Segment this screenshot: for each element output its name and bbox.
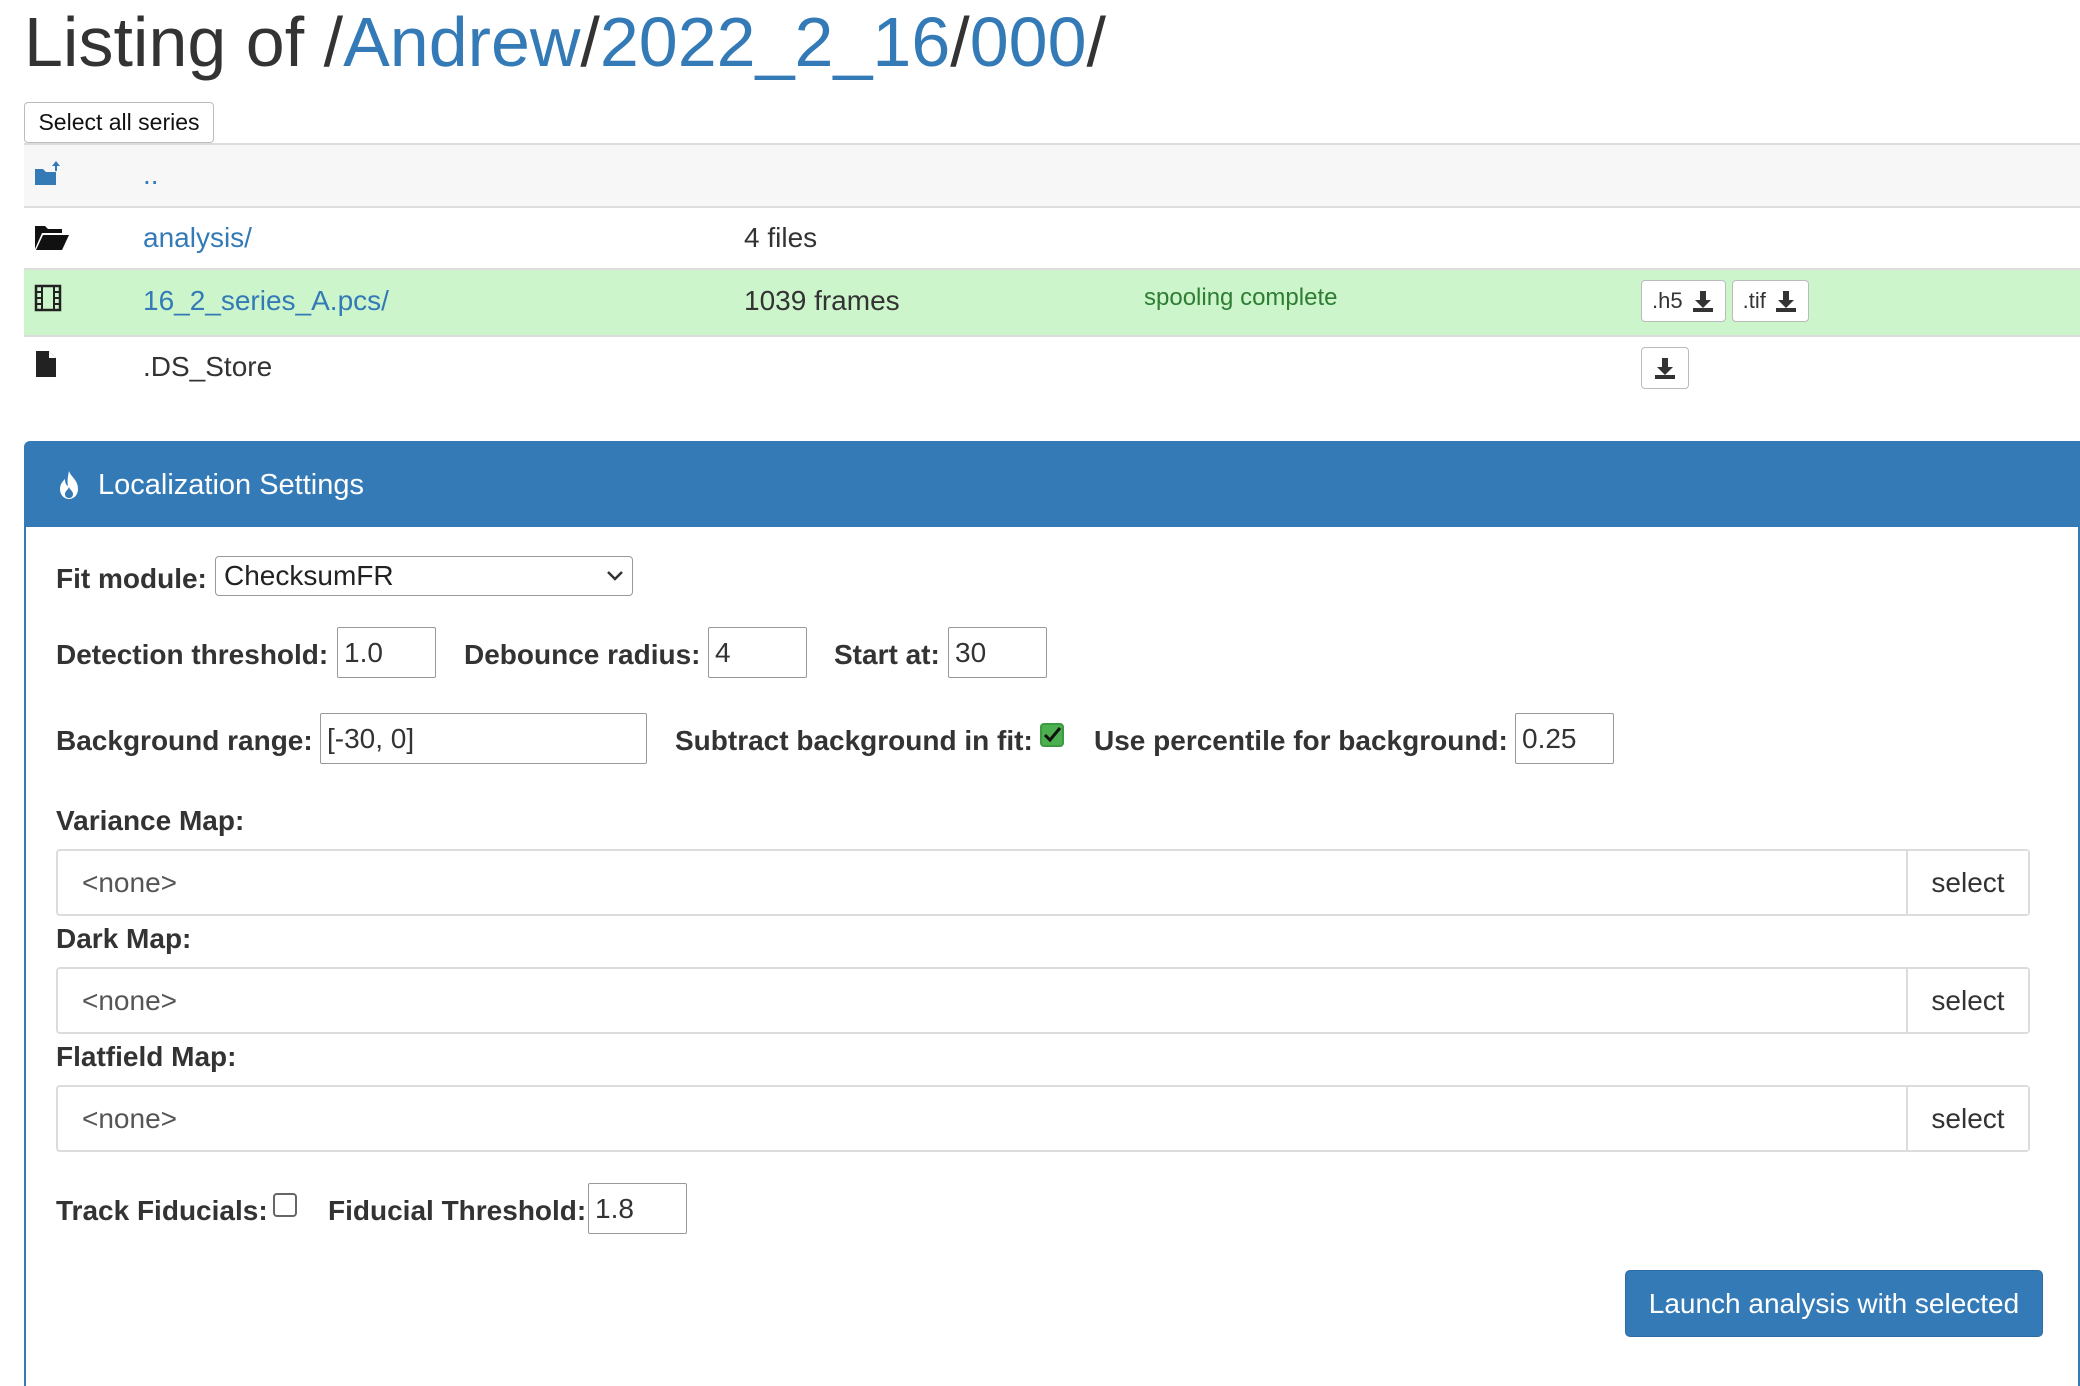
breadcrumb-andrew[interactable]: Andrew: [343, 3, 580, 81]
track-fiducials-label: Track Fiducials:: [56, 1195, 268, 1226]
title-prefix: Listing of /: [24, 3, 344, 81]
flatfield-map-input[interactable]: [58, 1087, 1906, 1150]
status-badge: spooling complete: [1144, 284, 1338, 311]
subtract-background-checkbox[interactable]: [1040, 723, 1064, 747]
breadcrumb-000[interactable]: 000: [970, 3, 1087, 81]
series-link[interactable]: 16_2_series_A.pcs/: [143, 285, 389, 317]
fiducial-threshold-label: Fiducial Threshold:: [328, 1195, 587, 1226]
variance-map-label: Variance Map:: [56, 805, 245, 836]
listing-row-parent: ..: [24, 143, 2080, 206]
fit-module-select[interactable]: ChecksumFR: [215, 556, 633, 596]
folder-open-icon: [34, 223, 70, 258]
listing-row-series: 16_2_series_A.pcs/ 1039 frames spooling …: [24, 268, 2080, 335]
flatfield-map-select-button[interactable]: select: [1906, 1087, 2028, 1150]
listing-row: analysis/ 4 files: [24, 206, 2080, 268]
subtract-background-label: Subtract background in fit:: [675, 725, 1033, 756]
breadcrumb-date[interactable]: 2022_2_16: [600, 3, 950, 81]
page-title: Listing of /Andrew/2022_2_16/000/: [24, 0, 1106, 84]
flatfield-map-group: select: [56, 1085, 2030, 1152]
panel-title: Localization Settings: [98, 468, 364, 501]
detection-threshold-input[interactable]: [337, 627, 436, 678]
launch-analysis-button[interactable]: Launch analysis with selected: [1625, 1270, 2043, 1337]
dark-map-select-button[interactable]: select: [1906, 969, 2028, 1032]
dark-map-group: select: [56, 967, 2030, 1034]
download-h5-button[interactable]: .h5: [1641, 280, 1726, 322]
film-icon: [34, 284, 62, 319]
start-at-label: Start at:: [834, 639, 940, 670]
download-icon: [1692, 291, 1713, 312]
breadcrumb-separator: /: [950, 3, 970, 81]
dark-map-label: Dark Map:: [56, 923, 192, 954]
download-tif-label: .tif: [1742, 288, 1766, 313]
debounce-radius-label: Debounce radius:: [464, 639, 701, 670]
download-icon: [1655, 358, 1675, 379]
breadcrumb-separator: /: [1086, 3, 1106, 81]
ds-store-file: .DS_Store: [143, 351, 273, 382]
fire-icon: [60, 471, 78, 499]
file-count: 4 files: [744, 222, 818, 253]
listing-row: .DS_Store: [24, 335, 2080, 403]
download-group: .h5 .tif: [1641, 280, 1815, 322]
detection-threshold-label: Detection threshold:: [56, 639, 329, 670]
download-icon: [1775, 291, 1796, 312]
start-at-input[interactable]: [948, 627, 1047, 678]
panel-header: Localization Settings: [26, 443, 2078, 527]
page: Listing of /Andrew/2022_2_16/000/ Select…: [0, 0, 2080, 1386]
fit-module-label: Fit module:: [56, 563, 207, 594]
variance-map-group: select: [56, 849, 2030, 916]
parent-directory-link[interactable]: ..: [143, 159, 159, 191]
fiducial-threshold-input[interactable]: [588, 1183, 687, 1234]
folder-up-icon: [34, 159, 64, 194]
chevron-down-icon: [607, 571, 623, 581]
dark-map-input[interactable]: [58, 969, 1906, 1032]
fit-module-value: ChecksumFR: [224, 560, 394, 591]
variance-map-input[interactable]: [58, 851, 1906, 914]
localization-settings-panel: Localization Settings Fit module: Checks…: [24, 441, 2080, 1386]
checkmark-icon: [1043, 727, 1062, 743]
download-h5-label: .h5: [1652, 288, 1683, 313]
background-range-input[interactable]: [320, 713, 647, 764]
variance-map-select-button[interactable]: select: [1906, 851, 2028, 914]
debounce-radius-input[interactable]: [708, 627, 807, 678]
frame-count: 1039 frames: [744, 285, 900, 316]
select-all-series-button[interactable]: Select all series: [24, 102, 214, 143]
analysis-folder-link[interactable]: analysis/: [143, 222, 252, 254]
file-listing: .. analysis/ 4 files 16_2_series_A.pcs/ …: [24, 143, 2080, 403]
percentile-background-input[interactable]: [1515, 713, 1614, 764]
flatfield-map-label: Flatfield Map:: [56, 1041, 237, 1072]
download-tif-button[interactable]: .tif: [1731, 280, 1809, 322]
percentile-background-label: Use percentile for background:: [1094, 725, 1508, 756]
background-range-label: Background range:: [56, 725, 313, 756]
download-ds-store-button[interactable]: [1641, 347, 1689, 389]
file-icon: [34, 349, 58, 386]
breadcrumb-separator: /: [580, 3, 600, 81]
track-fiducials-checkbox[interactable]: [273, 1193, 297, 1217]
